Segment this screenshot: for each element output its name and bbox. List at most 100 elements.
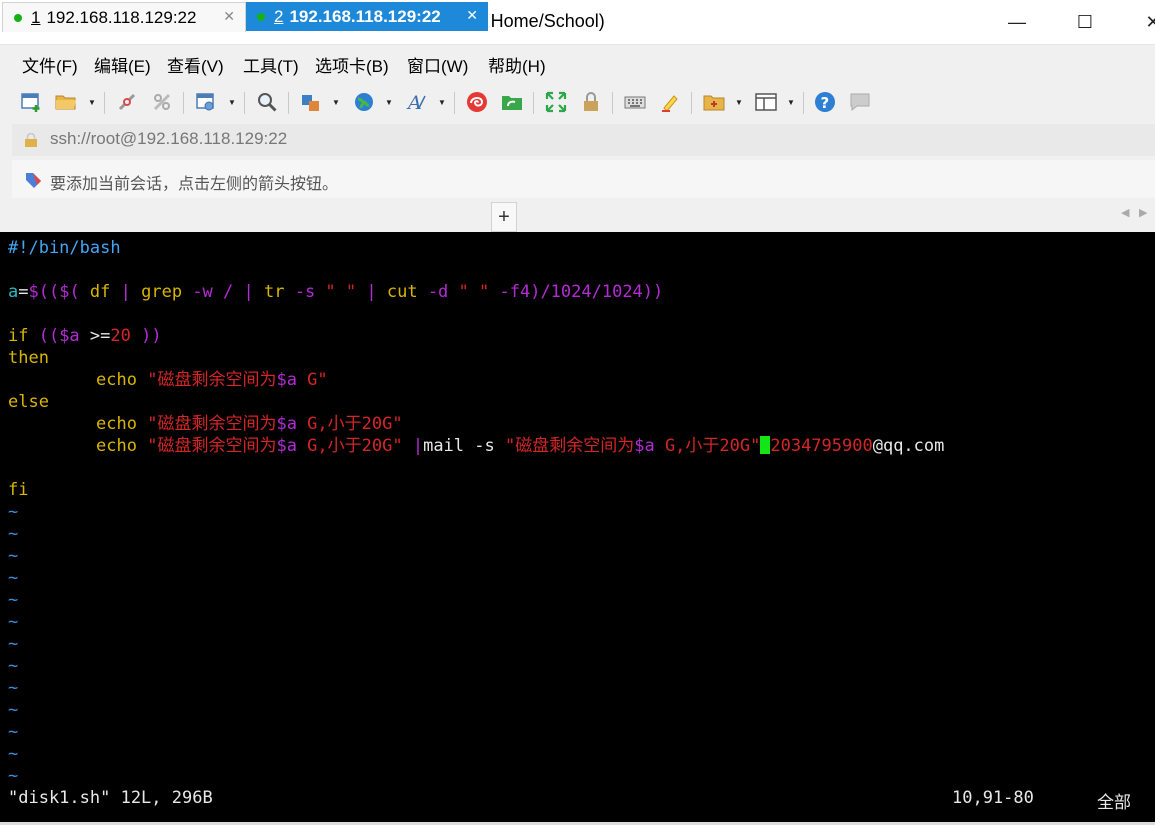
menu-tab[interactable]: 选项卡(B) [315, 52, 389, 77]
tab-bar [0, 200, 1155, 233]
xshell-window: 192.168.118.129:22 - root@server:~ - Xsh… [0, 0, 1155, 825]
string: G,小于20G" [296, 414, 403, 434]
command: grep [141, 282, 183, 302]
command: mail -s [423, 436, 505, 456]
properties-dropdown-icon[interactable]: ▼ [227, 96, 237, 108]
maximize-button[interactable]: ☐ [1062, 0, 1108, 44]
code-line-1: #!/bin/bash [8, 237, 121, 259]
string: " " [325, 282, 357, 302]
arith-expression: (($a [28, 326, 80, 346]
session-tab-1[interactable]: 1 192.168.118.129:22 ✕ [2, 2, 246, 32]
toolbar-separator [612, 92, 613, 114]
string: 磁盘剩余空间为 [157, 436, 277, 456]
terminal-area[interactable]: #!/bin/bash a=$(($( df | grep -w / | tr … [0, 232, 1155, 822]
lock-icon [25, 133, 37, 147]
empty-line-tilde: ~ [8, 612, 19, 632]
menu-file[interactable]: 文件(F) [22, 52, 78, 77]
empty-line-tilde: ~ [8, 634, 19, 654]
globe-icon[interactable] [350, 88, 378, 116]
tab-close-icon[interactable]: ✕ [466, 7, 478, 24]
pipe: | [356, 282, 387, 302]
open-folder-icon[interactable] [52, 88, 80, 116]
string: 磁盘剩余空间为 [157, 414, 277, 434]
globe-dropdown-icon[interactable]: ▼ [384, 96, 394, 108]
connected-status-icon [14, 13, 22, 22]
keyword: then [8, 348, 49, 368]
new-tab-button[interactable]: + [491, 202, 517, 232]
code-line-5: if (($a >=20 )) [8, 325, 162, 347]
folder-dropdown-icon[interactable]: ▼ [734, 96, 744, 108]
address-input[interactable]: ssh://root@192.168.118.129:22 [50, 129, 287, 149]
toolbar-separator [803, 92, 804, 114]
keyboard-icon[interactable] [621, 88, 649, 116]
argument: -d [417, 282, 459, 302]
help-icon[interactable]: ? [811, 88, 839, 116]
shebang: #!/bin/bash [8, 238, 121, 258]
argument: -s [284, 282, 326, 302]
code-line-6: then [8, 347, 49, 369]
empty-line-tilde: ~ [8, 722, 19, 742]
variable: $a [276, 414, 297, 434]
command: df [89, 282, 111, 302]
toolbar-separator [104, 92, 105, 114]
subshell: )/1024/1024)) [530, 282, 664, 302]
properties-icon[interactable] [192, 88, 220, 116]
tab-close-icon[interactable]: ✕ [223, 8, 235, 25]
lock-icon[interactable] [577, 88, 605, 116]
number: 20 [110, 326, 131, 346]
toolbar-separator [533, 92, 534, 114]
empty-line-tilde: ~ [8, 502, 19, 522]
command: echo [96, 436, 137, 456]
tab-scroll-left-icon[interactable]: ◀ [1121, 206, 1129, 219]
menu-help[interactable]: 帮助(H) [488, 52, 546, 77]
new-session-icon[interactable] [17, 88, 45, 116]
empty-line-tilde: ~ [8, 546, 19, 566]
close-button[interactable]: ✕ [1130, 0, 1155, 44]
transfer-icon[interactable] [297, 88, 325, 116]
svg-text:A: A [406, 92, 422, 114]
chat-icon[interactable] [846, 88, 874, 116]
keyword: if [8, 326, 29, 346]
find-icon[interactable] [253, 88, 281, 116]
add-session-arrow-icon[interactable] [24, 170, 44, 190]
variable: $a [276, 370, 297, 390]
disconnect-icon[interactable] [113, 88, 141, 116]
layout-dropdown-icon[interactable]: ▼ [786, 96, 796, 108]
empty-line-tilde: ~ [8, 656, 19, 676]
highlighter-icon[interactable] [656, 88, 684, 116]
xftp-icon[interactable] [498, 88, 526, 116]
email-number: 2034795900 [770, 436, 873, 456]
session-tab-2[interactable]: 2 192.168.118.129:22 ✕ [246, 2, 488, 31]
menu-view[interactable]: 查看(V) [167, 52, 224, 77]
string: " [147, 436, 158, 456]
string: " " [458, 282, 490, 302]
fullscreen-icon[interactable] [542, 88, 570, 116]
menu-tools[interactable]: 工具(T) [243, 52, 299, 77]
code-line-3: a=$(($( df | grep -w / | tr -s " " | cut… [8, 281, 663, 303]
minimize-button[interactable]: — [994, 0, 1040, 44]
tab-scroll-right-icon[interactable]: ▶ [1139, 206, 1147, 219]
font-icon[interactable]: A [403, 88, 431, 116]
connected-status-icon [257, 12, 265, 21]
tab-number: 2 [274, 6, 284, 26]
font-dropdown-icon[interactable]: ▼ [437, 96, 447, 108]
reconnect-icon[interactable] [148, 88, 176, 116]
empty-line-tilde: ~ [8, 678, 19, 698]
vim-cursor-position: 10,91-80 [952, 788, 1034, 808]
operator: >= [79, 326, 111, 346]
empty-line-tilde: ~ [8, 766, 19, 786]
open-dropdown-icon[interactable]: ▼ [87, 96, 97, 108]
pipe: | [243, 282, 264, 302]
transfer-dropdown-icon[interactable]: ▼ [331, 96, 341, 108]
arith-expression: )) [130, 326, 162, 346]
new-folder-icon[interactable] [700, 88, 728, 116]
xshell-icon[interactable] [463, 88, 491, 116]
menu-window[interactable]: 窗口(W) [407, 52, 468, 77]
session-hint-bar: 要添加当前会话，点击左侧的箭头按钮。 [12, 160, 1155, 198]
address-bar[interactable]: ssh://root@192.168.118.129:22 [12, 124, 1155, 156]
menu-edit[interactable]: 编辑(E) [94, 52, 151, 77]
string: " [504, 436, 516, 456]
toolbar: ▼ ▼ ▼ ▼ A ▼ ▼ ▼ ? [0, 82, 1155, 122]
code-line-12: fi [8, 479, 28, 501]
layout-icon[interactable] [752, 88, 780, 116]
